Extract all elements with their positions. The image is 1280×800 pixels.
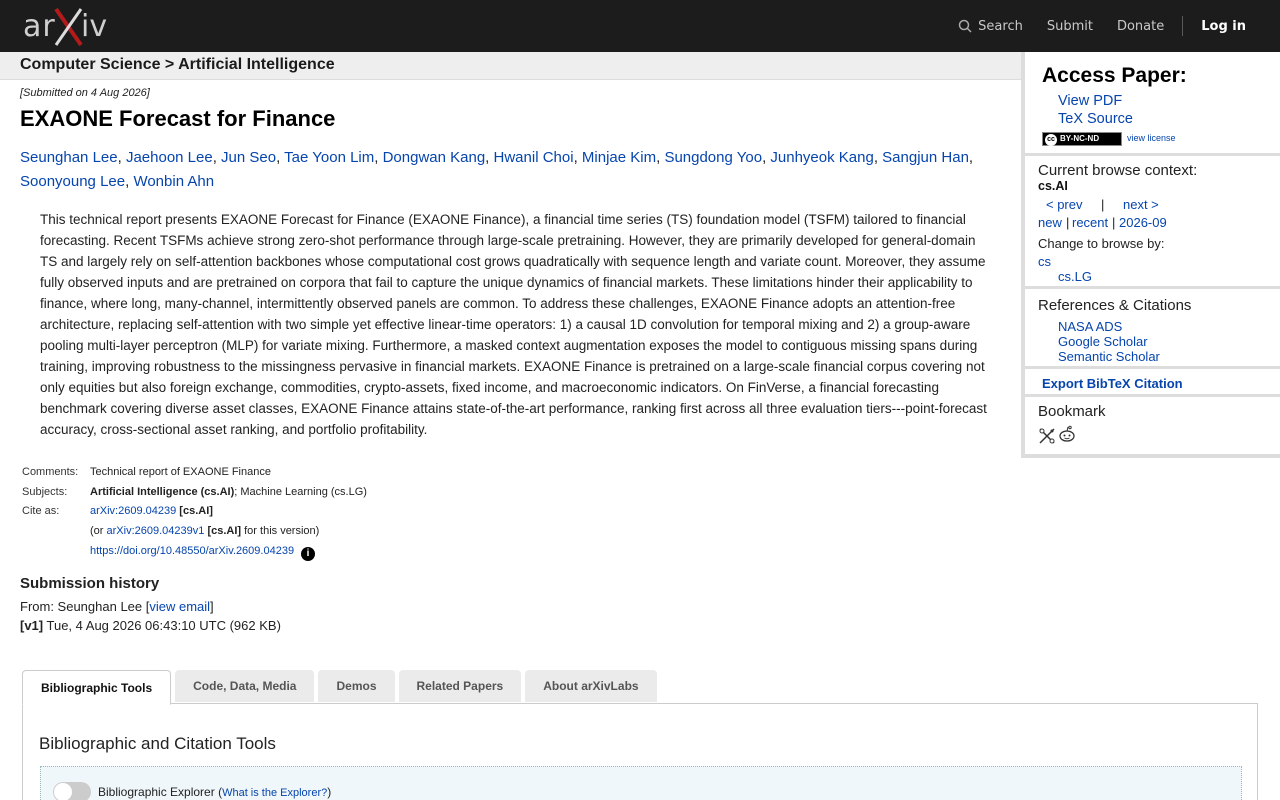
nav-submit[interactable]: Submit [1047,19,1093,34]
tab-bibliographic-tools[interactable]: Bibliographic Tools [22,670,172,705]
tab-code-data-media[interactable]: Code, Data, Media [175,670,315,702]
comments-value: Technical report of EXAONE Finance [90,466,271,478]
right-sidebar: Access Paper: View PDF TeX Source cc BY-N… [1021,52,1280,458]
cite-value: arXiv:2609.04239 [cs.AI] [88,502,369,522]
cite-version-link[interactable]: arXiv:2609.04239v1 [107,525,205,537]
author-link[interactable]: Dongwan Kang [383,149,486,166]
view-pdf-link[interactable]: View PDF [1058,93,1122,109]
login-link[interactable]: Log in [1201,19,1246,34]
explorer-help-link[interactable]: What is the Explorer? [222,787,327,799]
tab-panel: Bibliographic and Citation Tools Bibliog… [22,703,1258,800]
browse-context-heading: Current browse context: [1038,162,1198,179]
explorer-label: Bibliographic Explorer (What is the Expl… [98,785,332,799]
nav-search-label: Search [978,18,1023,34]
author-link[interactable]: Junhyeok Kang [770,149,873,166]
breadcrumb-text: Computer Science > Artificial Intelligen… [20,56,335,73]
version-label: [v1] [20,618,44,633]
bookmark-heading: Bookmark [1038,403,1106,420]
tools-heading: Bibliographic and Citation Tools [39,734,276,753]
browse-cs-link[interactable]: cs [1038,254,1051,269]
recent-link[interactable]: recent [1072,215,1108,230]
comments-label: Comments: [22,466,79,478]
cc-icon: cc [1045,134,1057,146]
top-header: ar iv Search Submit Donate Log in [0,0,1280,52]
cite-version: (or arXiv:2609.04239v1 [cs.AI] for this … [90,525,320,538]
abstract: This technical report presents EXAONE Fo… [40,212,987,437]
author-link[interactable]: Sungdong Yoo [664,149,762,166]
subjects-label: Subjects: [22,485,68,498]
author-link[interactable]: Jun Seo [221,149,276,166]
author-link[interactable]: Minjae Kim [582,149,656,166]
nav-search[interactable]: Search [958,19,1023,34]
doi-link[interactable]: https://doi.org/10.48550/arXiv.2609.0423… [90,545,294,557]
explorer-toggle[interactable] [53,782,91,800]
reddit-icon[interactable] [1058,425,1076,443]
cite-label: Cite as: [22,505,60,518]
access-paper-section: Access Paper: View PDF TeX Source cc BY-N… [1025,52,1280,156]
submitter-line: From: Seunghan Lee [view email] [20,599,214,614]
export-bibtex-link[interactable]: Export BibTeX Citation [1042,376,1183,391]
change-browse-label: Change to browse by: [1038,236,1165,251]
pipe-2: | [1112,215,1116,230]
nav-donate[interactable]: Donate [1117,19,1164,34]
secondary-subjects: ; Machine Learning (cs.LG) [234,485,367,498]
author-link[interactable]: Seunghan Lee [20,149,118,166]
version-date: Tue, 4 Aug 2026 06:43:10 UTC (962 KB) [46,618,281,633]
arxiv-logo[interactable]: ar iv [23,7,113,47]
view-email-link[interactable]: view email [149,599,210,614]
tex-source-link[interactable]: TeX Source [1058,111,1133,127]
cite-category: [cs.AI] [179,505,213,518]
semantic-scholar-link[interactable]: Semantic Scholar [1058,349,1160,364]
author-link[interactable]: Sangjun Han [882,149,969,166]
view-license-link[interactable]: view license [1127,133,1176,143]
submitted-date: [Submitted on 4 Aug 2026] [20,87,150,99]
author-link[interactable]: Jaehoon Lee [126,149,213,166]
browse-context-value: cs.AI [1038,179,1068,193]
export-section: Export BibTeX Citation [1025,369,1280,397]
next-link[interactable]: next > [1123,197,1159,212]
tab-demos[interactable]: Demos [318,670,395,702]
cite-id-link[interactable]: arXiv:2609.04239 [90,505,176,517]
subjects-value: Artificial Intelligence (cs.AI); Machine… [88,483,369,503]
version-line: [v1] Tue, 4 Aug 2026 06:43:10 UTC (962 K… [20,618,281,633]
doi-row: https://doi.org/10.48550/arXiv.2609.0423… [88,542,369,562]
bibsonomy-icon[interactable] [1038,427,1056,445]
toggle-knob [54,783,72,800]
svg-text:iv: iv [81,9,107,44]
access-paper-heading: Access Paper: [1042,64,1187,87]
nav-divider [1182,16,1184,36]
top-nav: Search Submit Donate Log in [934,0,1246,52]
labs-tabs: Bibliographic Tools Code, Data, Media De… [22,670,661,705]
author-link[interactable]: Tae Yoon Lim [284,149,374,166]
pipe-1: | [1066,215,1070,230]
svg-text:ar: ar [23,9,56,44]
author-list: Seunghan Lee, Jaehoon Lee, Jun Seo, Tae … [20,149,974,190]
google-scholar-link[interactable]: Google Scholar [1058,334,1148,349]
nav-pipe: | [1101,197,1105,212]
tab-related-papers[interactable]: Related Papers [398,670,522,702]
paper-title: EXAONE Forecast for Finance [20,106,336,131]
author-link[interactable]: Soonyoung Lee [20,173,125,190]
prev-link[interactable]: < prev [1046,197,1083,212]
submission-history-heading: Submission history [20,575,160,592]
explorer-row: Bibliographic Explorer (What is the Expl… [40,766,1242,800]
search-icon [958,19,972,33]
month-link[interactable]: 2026-09 [1119,215,1167,230]
browse-context-section: Current browse context: cs.AI < prev | n… [1025,156,1280,289]
tab-about-arxivlabs[interactable]: About arXivLabs [525,670,657,702]
breadcrumb: Computer Science > Artificial Intelligen… [0,52,1021,80]
author-link[interactable]: Hwanil Choi [494,149,574,166]
references-section: References & Citations NASA ADS Google S… [1025,289,1280,369]
info-icon[interactable]: i [301,546,316,561]
references-heading: References & Citations [1038,297,1192,314]
new-link[interactable]: new [1038,215,1062,230]
browse-cslg-link[interactable]: cs.LG [1058,269,1092,284]
primary-subject: Artificial Intelligence (cs.AI) [90,485,235,498]
metadata-table: Comments: Technical report of EXAONE Fin… [20,463,369,562]
cc-license-badge[interactable]: cc BY-NC-ND [1042,132,1122,146]
nasa-ads-link[interactable]: NASA ADS [1058,319,1122,334]
author-link[interactable]: Wonbin Ahn [133,173,214,190]
bookmark-section: Bookmark [1025,397,1280,454]
